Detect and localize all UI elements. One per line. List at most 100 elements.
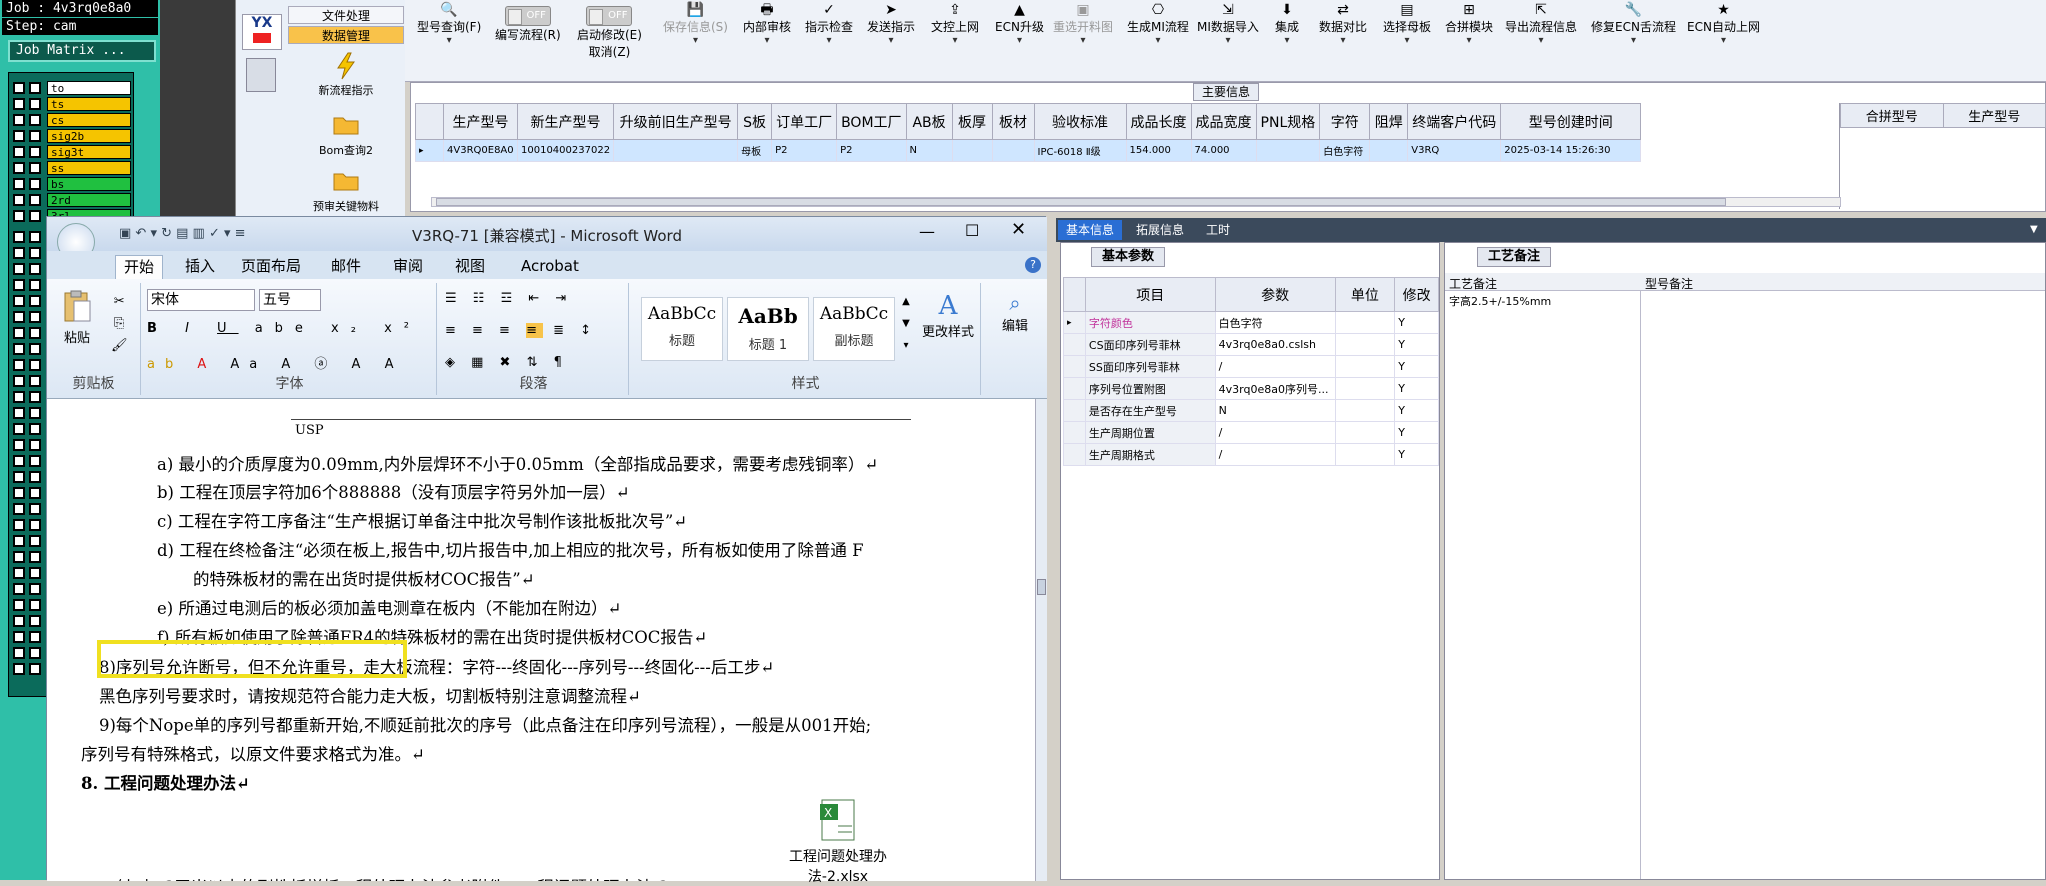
layer-checkbox[interactable] — [29, 631, 41, 643]
style-title[interactable]: AaBbCc 标题 — [641, 297, 723, 361]
style-subtitle[interactable]: AaBbCc 副标题 — [813, 297, 895, 361]
layer-row[interactable]: ss — [13, 161, 131, 175]
main-info-col-header[interactable]: 板厚 — [951, 103, 993, 140]
nav-file-processing[interactable]: 文件处理 — [288, 6, 404, 24]
main-info-cell[interactable]: N — [905, 139, 953, 162]
main-info-col-header[interactable]: 成品长度 — [1125, 103, 1192, 140]
main-info-col-header[interactable]: 阻焊 — [1369, 103, 1409, 140]
main-info-col-header[interactable]: 成品宽度 — [1190, 103, 1257, 140]
main-info-cell[interactable] — [613, 139, 739, 162]
toolbar-button[interactable]: ⇱ 导出流程信息 ▾ — [1505, 2, 1577, 46]
row-indicator[interactable] — [1063, 355, 1086, 378]
main-info-cell[interactable]: 白色字符 — [1319, 139, 1371, 162]
layer-checkbox[interactable] — [29, 455, 41, 467]
layer-checkbox[interactable] — [29, 375, 41, 387]
table-cell[interactable] — [1334, 355, 1396, 378]
document-paragraph[interactable]: 黑色序列号要求时，请按规范符合能力走大板，切割板特别注意调整流程↵ — [99, 683, 641, 707]
layer-row[interactable]: cs — [13, 113, 131, 127]
shading-buttons[interactable]: ◈ ▦ ✖ ⇅ ¶ — [445, 355, 568, 370]
main-info-cell[interactable]: IPC-6018 Ⅱ级 — [1033, 139, 1127, 162]
toggle-switch[interactable]: OFF — [586, 6, 633, 26]
layer-row[interactable]: sig2b — [13, 129, 131, 143]
change-styles-button[interactable]: A 更改样式 — [917, 291, 979, 340]
main-info-col-header[interactable]: 验收标准 — [1033, 103, 1127, 140]
document-paragraph[interactable]: c) 工程在字符工序备注“生产根据订单备注中批次号制作该批板批次号”↵ — [157, 508, 687, 532]
table-cell[interactable]: 生产周期格式 — [1084, 443, 1216, 466]
layer-checkbox[interactable] — [29, 231, 41, 243]
layer-checkbox[interactable] — [13, 279, 25, 291]
layer-checkbox[interactable] — [13, 647, 25, 659]
toolbar-button[interactable]: ▲ ECN升级 ▾ — [995, 2, 1044, 46]
main-info-cell[interactable] — [951, 139, 993, 162]
layer-checkbox[interactable] — [29, 535, 41, 547]
table-cell[interactable]: N — [1214, 399, 1336, 422]
layer-checkbox[interactable] — [29, 583, 41, 595]
table-cell[interactable]: Y — [1394, 399, 1439, 422]
main-info-scrollbar[interactable] — [431, 197, 1841, 207]
table-row[interactable]: CS面印序列号菲林 4v3rq0e8a0.cslsh Y — [1063, 333, 1439, 356]
layer-checkbox[interactable] — [29, 599, 41, 611]
layer-checkbox[interactable] — [13, 503, 25, 515]
toolbar-button[interactable]: ▤ 选择母板 ▾ — [1383, 2, 1431, 46]
layer-checkbox[interactable] — [13, 146, 25, 158]
main-info-col-header[interactable]: 升级前旧生产型号 — [613, 103, 739, 140]
font-style-buttons[interactable]: B I U abe x₂ x² — [147, 321, 421, 336]
layer-checkbox[interactable] — [29, 487, 41, 499]
layer-checkbox[interactable] — [29, 130, 41, 142]
layer-checkbox[interactable] — [29, 82, 41, 94]
row-indicator[interactable] — [1063, 399, 1086, 422]
layer-checkbox[interactable] — [13, 82, 25, 94]
table-cell[interactable]: Y — [1394, 311, 1439, 334]
layer-checkbox[interactable] — [13, 98, 25, 110]
close-icon[interactable]: ✕ — [1011, 219, 1026, 240]
tab-extend-info[interactable]: 拓展信息 — [1128, 220, 1192, 240]
toolbar-button[interactable]: OFF 编写流程(R) — [495, 2, 561, 43]
ribbon-tab-mail[interactable]: 邮件 — [323, 255, 369, 279]
layer-checkbox[interactable] — [13, 455, 25, 467]
toolbar-button[interactable]: ➤ 发送指示 ▾ — [867, 2, 915, 46]
ribbon-tab-home[interactable]: 开始 — [115, 255, 164, 279]
model-note-value[interactable] — [1645, 291, 2045, 879]
layer-checkbox[interactable] — [29, 295, 41, 307]
layer-checkbox[interactable] — [13, 663, 25, 675]
toolbar-button[interactable]: 🔧 修复ECN舌流程 ▾ — [1591, 2, 1676, 46]
table-cell[interactable]: / — [1214, 443, 1336, 466]
row-indicator[interactable] — [1063, 421, 1086, 444]
main-info-col-header[interactable]: BOM工厂 — [836, 103, 907, 140]
ribbon-tab-acrobat[interactable]: Acrobat — [513, 255, 587, 279]
calculator-icon[interactable] — [246, 58, 276, 92]
table-cell[interactable] — [1334, 333, 1396, 356]
layer-checkbox[interactable] — [13, 551, 25, 563]
font-name-box[interactable]: 宋体 — [147, 289, 255, 311]
document-paragraph[interactable]: 8. 工程问题处理办法↵ — [81, 770, 250, 794]
document-paragraph[interactable]: 序列号有特殊格式，以原文件要求格式为准。↵ — [81, 741, 425, 765]
toggle-switch[interactable]: OFF — [504, 6, 551, 26]
table-cell[interactable]: CS面印序列号菲林 — [1084, 333, 1216, 356]
main-info-cell[interactable]: 2025-03-14 15:26:30 — [1500, 139, 1642, 162]
layer-checkbox[interactable] — [13, 343, 25, 355]
toolbar-button[interactable]: ⎔ 生成MI流程 ▾ — [1127, 2, 1189, 46]
paste-button[interactable]: 粘贴 — [57, 289, 97, 346]
table-cell[interactable]: / — [1214, 421, 1336, 444]
col-param[interactable]: 参数 — [1214, 277, 1336, 312]
layer-checkbox[interactable] — [29, 210, 41, 222]
row-indicator[interactable] — [1063, 443, 1086, 466]
tab-work-hours[interactable]: 工时 — [1198, 220, 1238, 240]
col-unit[interactable]: 单位 — [1334, 277, 1396, 312]
main-info-cell[interactable]: 74.000 — [1190, 139, 1257, 162]
layer-checkbox[interactable] — [29, 471, 41, 483]
layer-checkbox[interactable] — [29, 519, 41, 531]
row-indicator[interactable] — [1063, 377, 1086, 400]
table-cell[interactable]: 白色字符 — [1214, 311, 1336, 334]
layer-checkbox[interactable] — [29, 567, 41, 579]
document-paragraph[interactable]: USP — [295, 423, 324, 438]
layer-row[interactable]: to — [13, 81, 131, 95]
layer-checkbox[interactable] — [29, 359, 41, 371]
layer-checkbox[interactable] — [29, 263, 41, 275]
layer-checkbox[interactable] — [13, 263, 25, 275]
main-info-col-header[interactable]: 型号创建时间 — [1500, 103, 1642, 140]
main-info-col-header[interactable]: 生产型号 — [443, 103, 518, 140]
toolbar-button[interactable]: 💾 保存信息(S) ▾ — [663, 2, 728, 46]
layer-checkbox[interactable] — [29, 423, 41, 435]
document-scrollbar[interactable] — [1035, 399, 1047, 881]
